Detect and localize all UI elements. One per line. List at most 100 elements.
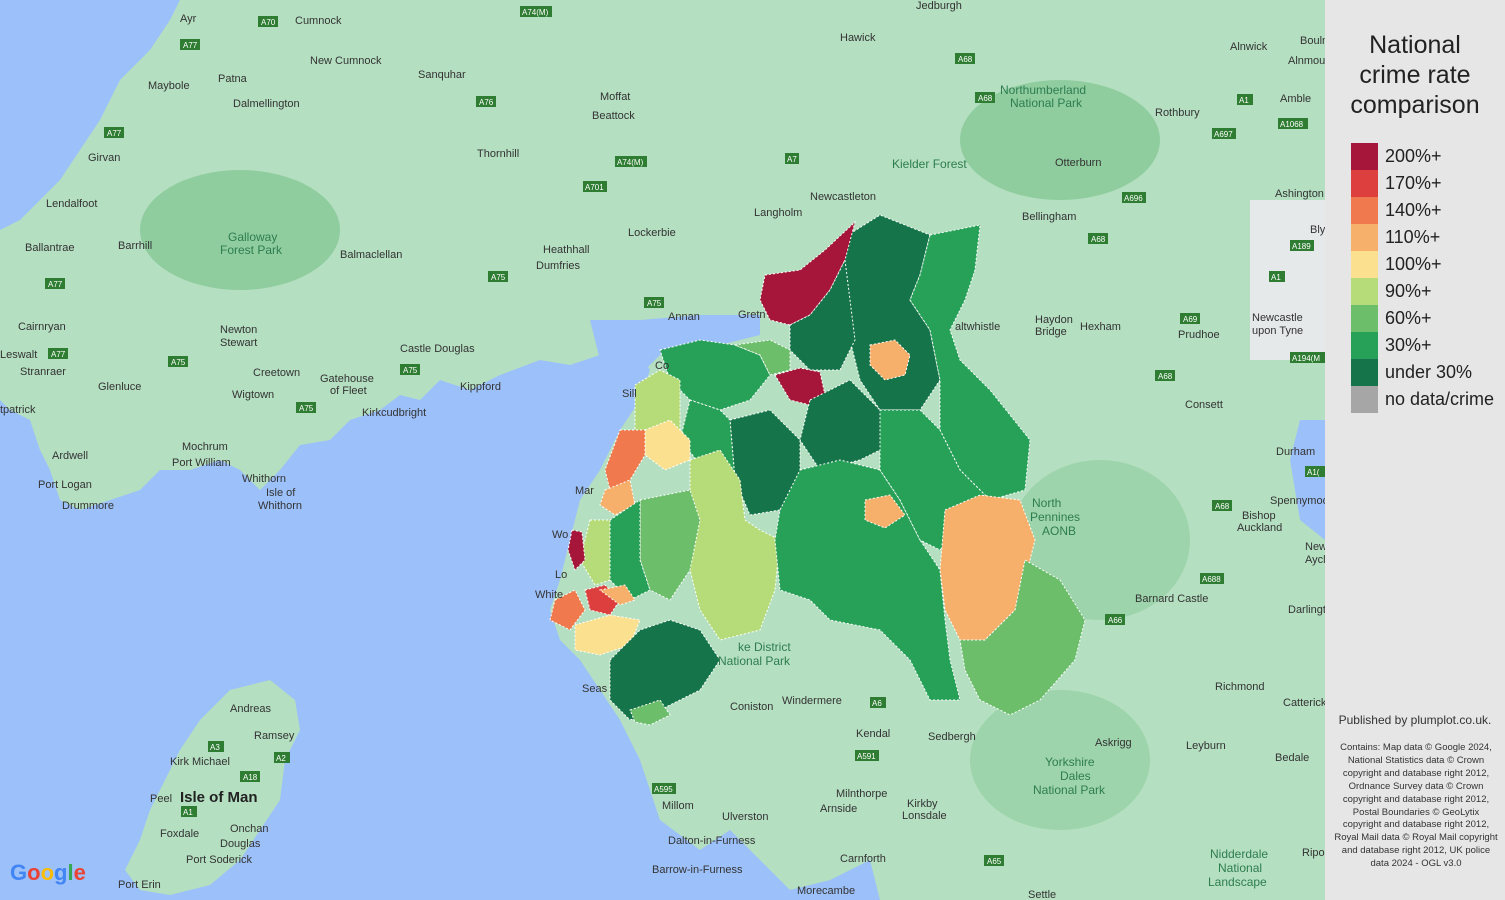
label-douglas: Douglas [220, 838, 261, 850]
crime-rate-map[interactable]: Ayr Cumnock New Cumnock Sanquhar Maybole… [0, 0, 1325, 900]
legend-title-line-3: comparison [1350, 91, 1480, 119]
legend-swatch [1351, 359, 1378, 386]
label-beattock: Beattock [592, 110, 635, 122]
park-kielder: Kielder Forest [892, 157, 967, 171]
label-newcastle: Newcastle [1252, 312, 1303, 324]
label-sedbergh: Sedbergh [928, 731, 976, 743]
label-isle-of-man: Isle of Man [180, 789, 258, 806]
park-lake-district: ke District [738, 640, 791, 654]
svg-text:National Park: National Park [1010, 96, 1083, 110]
label-ayr: Ayr [180, 13, 197, 25]
label-settle: Settle [1028, 889, 1056, 900]
label-whitehaven: White [535, 589, 563, 601]
park-nidderdale: Nidderdale [1210, 847, 1268, 861]
svg-text:A688: A688 [1202, 575, 1221, 584]
label-silloth: Sill [622, 388, 637, 400]
label-darlington: Darlington [1288, 604, 1325, 616]
svg-text:A2: A2 [276, 754, 286, 763]
label-glenluce: Glenluce [98, 381, 141, 393]
label-maryport: Mar [575, 485, 594, 497]
label-bellingham: Bellingham [1022, 211, 1076, 223]
legend-label: 100%+ [1385, 254, 1442, 274]
road-a75: A75 [488, 271, 508, 282]
label-peel: Peel [150, 793, 172, 805]
svg-text:A68: A68 [1215, 502, 1230, 511]
road-a701: A701 [583, 181, 607, 192]
road-a696: A696 [1122, 192, 1146, 203]
label-balmaclellan: Balmaclellan [340, 249, 402, 261]
label-boulmer: Boulmer [1300, 35, 1325, 47]
label-leyburn: Leyburn [1186, 740, 1226, 752]
road-a1-iom: A1 [181, 806, 197, 817]
label-ramsey: Ramsey [254, 730, 295, 742]
label-kirkcudbright: Kirkcudbright [362, 407, 426, 419]
label-alnwick: Alnwick [1230, 41, 1268, 53]
label-rothbury: Rothbury [1155, 107, 1200, 119]
road-a68: A68 [955, 53, 975, 64]
svg-text:A77: A77 [51, 350, 66, 359]
svg-text:Bridge: Bridge [1035, 326, 1067, 338]
svg-text:A75: A75 [403, 366, 418, 375]
legend-label: 200%+ [1385, 146, 1442, 166]
road-a69: A69 [1180, 313, 1200, 324]
label-gretna: Gretn [738, 309, 766, 321]
road-a18: A18 [240, 771, 260, 782]
road-a688: A688 [1200, 573, 1224, 584]
legend-title-line-2: crime rate [1359, 61, 1471, 89]
label-castle-douglas: Castle Douglas [400, 343, 475, 355]
svg-text:A68: A68 [1091, 235, 1106, 244]
label-dumfries: Dumfries [536, 260, 581, 272]
svg-text:A595: A595 [654, 785, 673, 794]
legend-label: under 30% [1385, 362, 1473, 382]
road-a591: A591 [855, 750, 879, 761]
label-alnmouth: Alnmouth [1288, 55, 1325, 67]
legend-swatch [1351, 332, 1378, 359]
label-seascale: Seas [582, 683, 608, 695]
svg-text:A68: A68 [1158, 372, 1173, 381]
label-port-erin: Port Erin [118, 879, 161, 891]
label-kippford: Kippford [460, 381, 501, 393]
svg-text:A18: A18 [243, 773, 258, 782]
legend-label: 110%+ [1385, 227, 1441, 247]
legend-swatch [1351, 278, 1378, 305]
road-a77d: A77 [48, 348, 68, 359]
google-logo: Google [10, 860, 86, 885]
svg-text:upon Tyne: upon Tyne [1252, 325, 1303, 337]
attribution-text: Contains: Map data © Google 2024, Nation… [1334, 742, 1498, 870]
road-a194m: A194(M [1290, 352, 1325, 363]
legend-label: 60%+ [1385, 308, 1432, 328]
road-a75d: A75 [400, 364, 420, 375]
label-richmond: Richmond [1215, 681, 1265, 693]
label-askrigg: Askrigg [1095, 737, 1132, 749]
svg-text:A6: A6 [872, 699, 882, 708]
label-cockermouth: Co [655, 360, 669, 372]
label-haydon-bridge: Haydon [1035, 314, 1073, 326]
svg-text:A77: A77 [107, 129, 122, 138]
svg-text:A77: A77 [48, 280, 63, 289]
label-onchan: Onchan [230, 823, 269, 835]
svg-text:Pennines: Pennines [1030, 510, 1080, 524]
svg-text:Whithorn: Whithorn [258, 500, 302, 512]
label-patrick: tpatrick [0, 404, 36, 416]
label-jedburgh: Jedburgh [916, 0, 962, 12]
svg-text:A194(M: A194(M [1292, 354, 1320, 363]
svg-text:A1: A1 [1239, 96, 1249, 105]
svg-text:A3: A3 [210, 743, 220, 752]
svg-text:A75: A75 [491, 273, 506, 282]
road-a76: A76 [476, 96, 496, 107]
label-consett: Consett [1185, 399, 1223, 411]
published-credit: Published by plumplot.co.uk. [1338, 713, 1492, 727]
svg-text:A66: A66 [1108, 616, 1123, 625]
svg-text:A75: A75 [171, 358, 186, 367]
legend-swatch [1351, 224, 1378, 251]
label-new-cumnock: New Cumnock [310, 55, 382, 67]
svg-text:Dales: Dales [1060, 769, 1091, 783]
label-ripon: Ripo [1302, 847, 1325, 859]
label-hawick: Hawick [840, 32, 876, 44]
label-barrow: Barrow-in-Furness [652, 864, 743, 876]
road-a68c: A68 [1088, 233, 1108, 244]
svg-text:National: National [1218, 861, 1262, 875]
label-kirkby-lonsdale: Kirkby [907, 798, 938, 810]
legend-label: no data/crime [1385, 389, 1495, 409]
label-moffat: Moffat [600, 91, 630, 103]
